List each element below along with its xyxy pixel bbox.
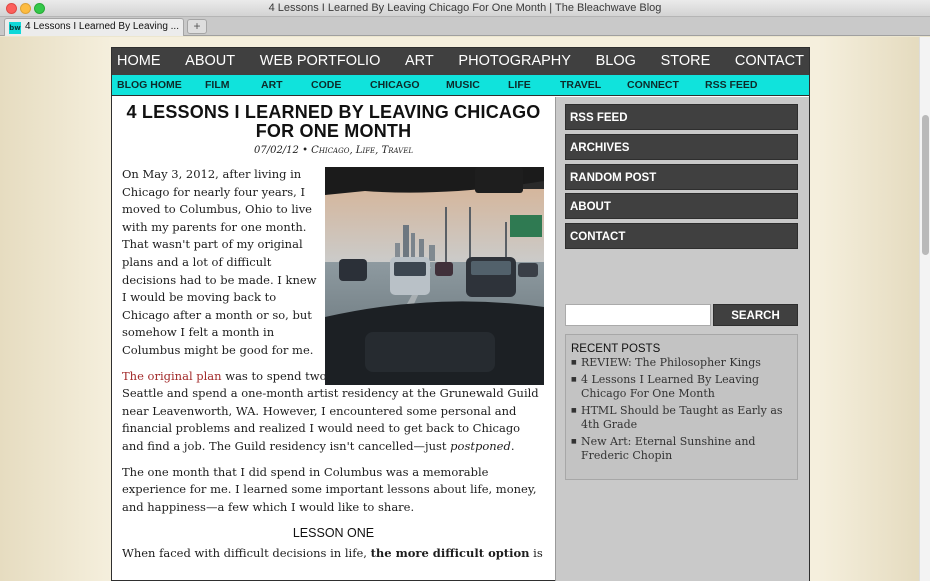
nav-web-portfolio[interactable]: WEB PORTFOLIO (260, 48, 381, 75)
recent-post-link[interactable]: REVIEW: The Philosopher Kings (571, 356, 791, 370)
nav-store[interactable]: STORE (661, 48, 711, 75)
sub-nav: BLOG HOME FILM ART CODE CHICAGO MUSIC LI… (112, 75, 809, 96)
subnav-blog-home[interactable]: BLOG HOME (117, 75, 205, 95)
subnav-film[interactable]: FILM (205, 75, 261, 95)
sidebar-rss-feed-button[interactable]: RSS FEED (565, 104, 798, 130)
recent-posts-list: REVIEW: The Philosopher Kings 4 Lessons … (571, 356, 791, 463)
paragraph-lesson-one: When faced with difficult decisions in l… (122, 545, 545, 563)
new-tab-button[interactable]: + (187, 19, 207, 34)
subnav-life[interactable]: LIFE (508, 75, 560, 95)
lesson-text-start: When faced with difficult decisions in l… (122, 546, 371, 561)
lesson-bold: the more difficult option (370, 546, 530, 561)
window-title: 4 Lessons I Learned By Leaving Chicago F… (268, 2, 662, 14)
sidebar-contact-button[interactable]: CONTACT (565, 223, 798, 249)
post-meta: 07/02/12 • Chicago, Life, Travel (253, 145, 413, 156)
favicon-icon: bw (9, 22, 21, 34)
category-travel[interactable]: Travel (382, 145, 413, 156)
scrollbar-thumb[interactable] (922, 115, 929, 255)
post-photo (325, 167, 544, 385)
lesson-text-end: is (529, 546, 543, 561)
browser-tab[interactable]: bw 4 Lessons I Learned By Leaving ... (4, 18, 184, 36)
nav-contact[interactable]: CONTACT (735, 48, 804, 75)
original-plan-link[interactable]: The original plan (122, 369, 222, 383)
vertical-scrollbar[interactable] (919, 37, 930, 581)
sidebar-archives-button[interactable]: ARCHIVES (565, 134, 798, 160)
search-button[interactable]: SEARCH (713, 304, 798, 326)
recent-posts-title: RECENT POSTS (571, 343, 661, 355)
site-container: HOME ABOUT WEB PORTFOLIO ART PHOTOGRAPHY… (111, 47, 810, 581)
nav-home[interactable]: HOME (117, 48, 161, 75)
subnav-music[interactable]: MUSIC (446, 75, 508, 95)
subnav-chicago[interactable]: CHICAGO (370, 75, 446, 95)
lesson-one-heading: LESSON ONE (292, 526, 375, 541)
recent-post-link[interactable]: New Art: Eternal Sunshine and Frederic C… (571, 435, 791, 463)
sidebar-about-button[interactable]: ABOUT (565, 193, 798, 219)
car-dashboard-photo (325, 167, 544, 385)
search-input[interactable] (565, 304, 711, 326)
subnav-connect[interactable]: CONNECT (627, 75, 705, 95)
post-title: 4 LESSONS I LEARNED BY LEAVING CHICAGO F… (126, 102, 541, 141)
recent-post-link[interactable]: HTML Should be Taught as Early as 4th Gr… (571, 404, 791, 432)
postponed-emphasis: postponed (450, 438, 511, 453)
nav-blog[interactable]: BLOG (596, 48, 636, 75)
post-date: 07/02/12 (253, 145, 299, 156)
sidebar: RSS FEED ARCHIVES RANDOM POST ABOUT CONT… (555, 97, 809, 581)
recent-post-link[interactable]: 4 Lessons I Learned By Leaving Chicago F… (571, 373, 791, 401)
recent-posts-widget: RECENT POSTS REVIEW: The Philosopher Kin… (565, 334, 798, 480)
post-content: 4 LESSONS I LEARNED BY LEAVING CHICAGO F… (112, 97, 555, 581)
nav-about[interactable]: ABOUT (185, 48, 235, 75)
subnav-rss-feed[interactable]: RSS FEED (705, 75, 775, 95)
window-titlebar: 4 Lessons I Learned By Leaving Chicago F… (0, 0, 930, 17)
category-life[interactable]: Life (356, 145, 375, 156)
category-chicago[interactable]: Chicago (311, 145, 349, 156)
main-nav: HOME ABOUT WEB PORTFOLIO ART PHOTOGRAPHY… (112, 48, 809, 75)
tab-label: 4 Lessons I Learned By Leaving ... (25, 21, 179, 32)
sidebar-random-post-button[interactable]: RANDOM POST (565, 164, 798, 190)
subnav-travel[interactable]: TRAVEL (560, 75, 627, 95)
subnav-art[interactable]: ART (261, 75, 311, 95)
paragraph-month: The one month that I did spend in Columb… (122, 464, 537, 514)
subnav-code[interactable]: CODE (311, 75, 370, 95)
nav-photography[interactable]: PHOTOGRAPHY (458, 48, 571, 75)
tab-bar: bw 4 Lessons I Learned By Leaving ... + (0, 17, 930, 36)
nav-art[interactable]: ART (405, 48, 434, 75)
paragraph-intro: On May 3, 2012, after living in Chicago … (122, 167, 317, 357)
